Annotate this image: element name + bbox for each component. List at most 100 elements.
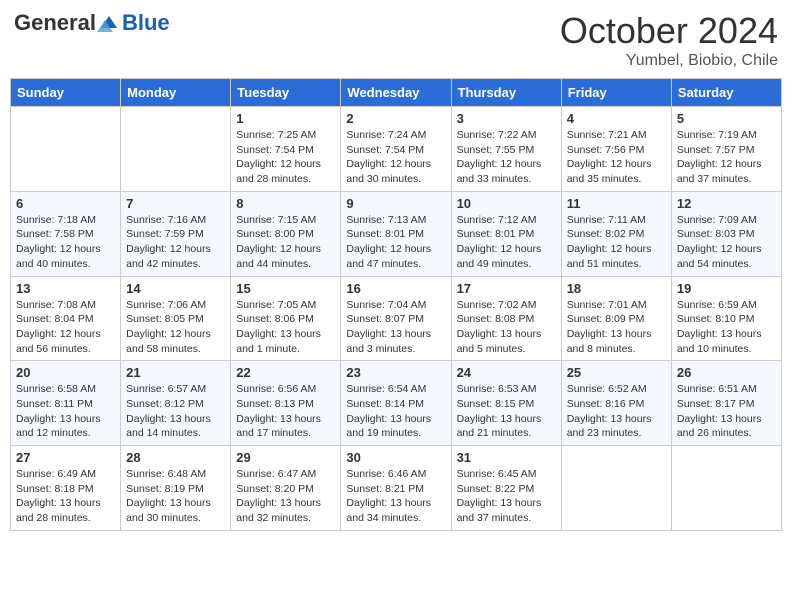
day-detail: Sunrise: 7:01 AMSunset: 8:09 PMDaylight:… (567, 298, 666, 357)
day-number: 31 (457, 450, 556, 465)
calendar-cell: 7 Sunrise: 7:16 AMSunset: 7:59 PMDayligh… (121, 191, 231, 276)
calendar-cell: 20 Sunrise: 6:58 AMSunset: 8:11 PMDaylig… (11, 361, 121, 446)
day-detail: Sunrise: 7:04 AMSunset: 8:07 PMDaylight:… (346, 298, 445, 357)
day-detail: Sunrise: 7:21 AMSunset: 7:56 PMDaylight:… (567, 128, 666, 187)
page-header: General Blue October 2024 Yumbel, Biobio… (10, 10, 782, 70)
day-number: 3 (457, 111, 556, 126)
day-header-sunday: Sunday (11, 79, 121, 107)
calendar-cell: 16 Sunrise: 7:04 AMSunset: 8:07 PMDaylig… (341, 276, 451, 361)
calendar-cell: 29 Sunrise: 6:47 AMSunset: 8:20 PMDaylig… (231, 446, 341, 531)
day-number: 7 (126, 196, 225, 211)
calendar-cell: 12 Sunrise: 7:09 AMSunset: 8:03 PMDaylig… (671, 191, 781, 276)
calendar-cell (11, 107, 121, 192)
day-header-tuesday: Tuesday (231, 79, 341, 107)
logo-icon (97, 14, 121, 32)
day-number: 24 (457, 365, 556, 380)
day-number: 29 (236, 450, 335, 465)
logo: General Blue (14, 10, 170, 36)
logo-blue-text: Blue (122, 10, 170, 36)
day-detail: Sunrise: 6:48 AMSunset: 8:19 PMDaylight:… (126, 467, 225, 526)
calendar-cell: 14 Sunrise: 7:06 AMSunset: 8:05 PMDaylig… (121, 276, 231, 361)
calendar-cell: 24 Sunrise: 6:53 AMSunset: 8:15 PMDaylig… (451, 361, 561, 446)
day-detail: Sunrise: 7:09 AMSunset: 8:03 PMDaylight:… (677, 213, 776, 272)
calendar-cell (121, 107, 231, 192)
day-detail: Sunrise: 7:15 AMSunset: 8:00 PMDaylight:… (236, 213, 335, 272)
day-number: 17 (457, 281, 556, 296)
day-number: 11 (567, 196, 666, 211)
calendar-cell: 27 Sunrise: 6:49 AMSunset: 8:18 PMDaylig… (11, 446, 121, 531)
day-detail: Sunrise: 6:45 AMSunset: 8:22 PMDaylight:… (457, 467, 556, 526)
calendar-cell: 25 Sunrise: 6:52 AMSunset: 8:16 PMDaylig… (561, 361, 671, 446)
day-detail: Sunrise: 6:52 AMSunset: 8:16 PMDaylight:… (567, 382, 666, 441)
day-number: 12 (677, 196, 776, 211)
calendar-cell: 5 Sunrise: 7:19 AMSunset: 7:57 PMDayligh… (671, 107, 781, 192)
calendar-cell: 26 Sunrise: 6:51 AMSunset: 8:17 PMDaylig… (671, 361, 781, 446)
title-block: October 2024 Yumbel, Biobio, Chile (560, 10, 778, 70)
day-detail: Sunrise: 7:08 AMSunset: 8:04 PMDaylight:… (16, 298, 115, 357)
day-number: 18 (567, 281, 666, 296)
day-number: 1 (236, 111, 335, 126)
calendar-week-row: 13 Sunrise: 7:08 AMSunset: 8:04 PMDaylig… (11, 276, 782, 361)
day-detail: Sunrise: 6:51 AMSunset: 8:17 PMDaylight:… (677, 382, 776, 441)
day-detail: Sunrise: 6:49 AMSunset: 8:18 PMDaylight:… (16, 467, 115, 526)
day-number: 2 (346, 111, 445, 126)
day-detail: Sunrise: 6:54 AMSunset: 8:14 PMDaylight:… (346, 382, 445, 441)
day-number: 9 (346, 196, 445, 211)
calendar-cell: 11 Sunrise: 7:11 AMSunset: 8:02 PMDaylig… (561, 191, 671, 276)
day-detail: Sunrise: 6:58 AMSunset: 8:11 PMDaylight:… (16, 382, 115, 441)
calendar-cell: 19 Sunrise: 6:59 AMSunset: 8:10 PMDaylig… (671, 276, 781, 361)
day-number: 25 (567, 365, 666, 380)
subtitle: Yumbel, Biobio, Chile (560, 52, 778, 70)
day-detail: Sunrise: 7:18 AMSunset: 7:58 PMDaylight:… (16, 213, 115, 272)
calendar-cell: 10 Sunrise: 7:12 AMSunset: 8:01 PMDaylig… (451, 191, 561, 276)
calendar-cell: 3 Sunrise: 7:22 AMSunset: 7:55 PMDayligh… (451, 107, 561, 192)
day-header-thursday: Thursday (451, 79, 561, 107)
day-detail: Sunrise: 7:24 AMSunset: 7:54 PMDaylight:… (346, 128, 445, 187)
day-header-saturday: Saturday (671, 79, 781, 107)
day-number: 30 (346, 450, 445, 465)
calendar-cell: 9 Sunrise: 7:13 AMSunset: 8:01 PMDayligh… (341, 191, 451, 276)
calendar-week-row: 6 Sunrise: 7:18 AMSunset: 7:58 PMDayligh… (11, 191, 782, 276)
day-number: 15 (236, 281, 335, 296)
day-header-friday: Friday (561, 79, 671, 107)
calendar-cell: 15 Sunrise: 7:05 AMSunset: 8:06 PMDaylig… (231, 276, 341, 361)
calendar-cell: 21 Sunrise: 6:57 AMSunset: 8:12 PMDaylig… (121, 361, 231, 446)
day-number: 27 (16, 450, 115, 465)
day-detail: Sunrise: 6:53 AMSunset: 8:15 PMDaylight:… (457, 382, 556, 441)
day-number: 6 (16, 196, 115, 211)
day-detail: Sunrise: 7:11 AMSunset: 8:02 PMDaylight:… (567, 213, 666, 272)
day-number: 19 (677, 281, 776, 296)
calendar-cell: 17 Sunrise: 7:02 AMSunset: 8:08 PMDaylig… (451, 276, 561, 361)
calendar-cell: 8 Sunrise: 7:15 AMSunset: 8:00 PMDayligh… (231, 191, 341, 276)
day-number: 14 (126, 281, 225, 296)
calendar-cell: 30 Sunrise: 6:46 AMSunset: 8:21 PMDaylig… (341, 446, 451, 531)
day-number: 8 (236, 196, 335, 211)
calendar-header-row: SundayMondayTuesdayWednesdayThursdayFrid… (11, 79, 782, 107)
calendar-cell (561, 446, 671, 531)
day-detail: Sunrise: 7:22 AMSunset: 7:55 PMDaylight:… (457, 128, 556, 187)
logo-general-text: General (14, 10, 96, 36)
day-detail: Sunrise: 7:05 AMSunset: 8:06 PMDaylight:… (236, 298, 335, 357)
day-detail: Sunrise: 6:46 AMSunset: 8:21 PMDaylight:… (346, 467, 445, 526)
calendar-cell: 4 Sunrise: 7:21 AMSunset: 7:56 PMDayligh… (561, 107, 671, 192)
calendar-cell: 23 Sunrise: 6:54 AMSunset: 8:14 PMDaylig… (341, 361, 451, 446)
calendar-cell: 2 Sunrise: 7:24 AMSunset: 7:54 PMDayligh… (341, 107, 451, 192)
day-number: 13 (16, 281, 115, 296)
calendar-cell: 1 Sunrise: 7:25 AMSunset: 7:54 PMDayligh… (231, 107, 341, 192)
day-header-wednesday: Wednesday (341, 79, 451, 107)
day-detail: Sunrise: 7:06 AMSunset: 8:05 PMDaylight:… (126, 298, 225, 357)
calendar-cell (671, 446, 781, 531)
calendar-table: SundayMondayTuesdayWednesdayThursdayFrid… (10, 78, 782, 531)
day-number: 16 (346, 281, 445, 296)
day-number: 20 (16, 365, 115, 380)
day-header-monday: Monday (121, 79, 231, 107)
day-number: 5 (677, 111, 776, 126)
day-number: 23 (346, 365, 445, 380)
calendar-cell: 22 Sunrise: 6:56 AMSunset: 8:13 PMDaylig… (231, 361, 341, 446)
day-detail: Sunrise: 7:19 AMSunset: 7:57 PMDaylight:… (677, 128, 776, 187)
day-detail: Sunrise: 6:47 AMSunset: 8:20 PMDaylight:… (236, 467, 335, 526)
day-number: 4 (567, 111, 666, 126)
day-detail: Sunrise: 7:02 AMSunset: 8:08 PMDaylight:… (457, 298, 556, 357)
day-detail: Sunrise: 7:13 AMSunset: 8:01 PMDaylight:… (346, 213, 445, 272)
day-number: 22 (236, 365, 335, 380)
